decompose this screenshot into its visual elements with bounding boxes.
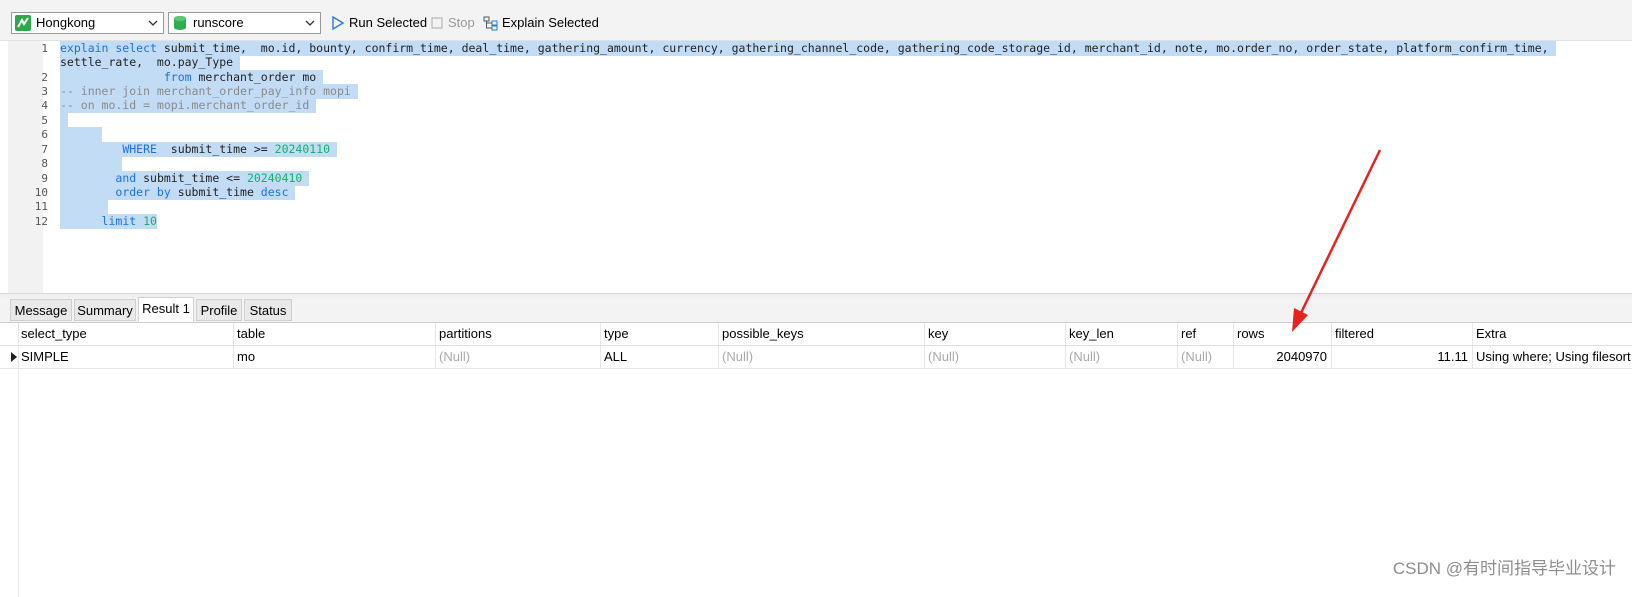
sql-editor[interactable]: 1 2 3 4 5 6 7 8 9 10 11 12 explain selec… — [0, 41, 1632, 293]
database-icon — [174, 16, 186, 30]
line-number: 1 — [41, 42, 48, 55]
top-strip — [0, 0, 1632, 8]
code-line-11 — [60, 199, 108, 214]
cell-rows[interactable]: 2040970 — [1234, 346, 1332, 368]
tab-status[interactable]: Status — [244, 299, 292, 321]
line-number: 4 — [41, 99, 48, 112]
cell-type[interactable]: ALL — [601, 346, 719, 368]
code-text: settle_rate, mo.pay_Type — [60, 55, 241, 69]
chevron-down-icon — [305, 20, 315, 26]
code-line-2: from merchant_order mo — [60, 70, 324, 85]
line-number: 8 — [41, 157, 48, 170]
column-header[interactable]: key_len — [1066, 323, 1178, 345]
database-select[interactable]: runscore — [168, 12, 321, 34]
cell-extra[interactable]: Using where; Using filesort — [1473, 346, 1632, 368]
line-number: 2 — [41, 71, 48, 84]
code-line-8 — [60, 156, 122, 171]
column-header[interactable]: type — [601, 323, 719, 345]
cell-ref[interactable]: (Null) — [1178, 346, 1234, 368]
cell-table[interactable]: mo — [234, 346, 436, 368]
line-number: 10 — [34, 186, 48, 199]
query-toolbar: Hongkong runscore Run Selected Stop Expl… — [0, 8, 1632, 41]
cell-filtered[interactable]: 11.11 — [1332, 346, 1473, 368]
tab-result-1[interactable]: Result 1 — [138, 297, 194, 322]
run-selected-label: Run Selected — [349, 15, 428, 30]
line-number: 9 — [41, 172, 48, 185]
number-literal: 10 — [143, 214, 157, 228]
cell-key[interactable]: (Null) — [925, 346, 1066, 368]
cell-partitions[interactable]: (Null) — [436, 346, 601, 368]
line-number: 5 — [41, 114, 48, 127]
column-header[interactable]: filtered — [1332, 323, 1473, 345]
code-text: merchant_order mo — [191, 70, 324, 84]
result-tabs: Message Summary Result 1 Profile Status — [0, 297, 1632, 323]
connection-select[interactable]: Hongkong — [11, 12, 164, 34]
stop-icon — [431, 17, 443, 29]
line-number: 6 — [41, 128, 48, 141]
explain-tree-icon — [483, 16, 498, 31]
column-header[interactable]: table — [234, 323, 436, 345]
tab-message[interactable]: Message — [10, 299, 72, 321]
code-line-1-wrap: settle_rate, mo.pay_Type — [60, 55, 241, 70]
column-header[interactable]: Extra — [1473, 323, 1632, 345]
code-line-3: -- inner join merchant_order_pay_info mo… — [60, 84, 358, 99]
mysql-connection-icon — [15, 15, 31, 31]
line-number: 3 — [41, 85, 48, 98]
code-line-10: order by submit_time desc — [60, 185, 296, 200]
line-number: 11 — [34, 200, 48, 213]
number-literal: 20240410 — [246, 171, 303, 185]
grid-header-row: select_type table partitions type possib… — [0, 323, 1632, 346]
keyword: WHERE — [122, 142, 157, 156]
keyword: desc — [260, 185, 289, 199]
watermark: CSDN @有时间指导毕业设计 — [1392, 559, 1616, 578]
tab-profile[interactable]: Profile — [196, 299, 242, 321]
line-number: 7 — [41, 143, 48, 156]
keyword: explain select — [60, 41, 157, 55]
column-header[interactable]: partitions — [436, 323, 601, 345]
code-text: submit_time, mo.id, bounty, confirm_time… — [156, 41, 1556, 55]
result-grid[interactable]: select_type table partitions type possib… — [0, 323, 1632, 597]
column-header[interactable]: ref — [1178, 323, 1234, 345]
code-line-1: explain select submit_time, mo.id, bount… — [60, 41, 1556, 56]
table-row[interactable]: SIMPLE mo (Null) ALL (Null) (Null) (Null… — [0, 346, 1632, 369]
column-header[interactable]: select_type — [18, 323, 234, 345]
code-line-7: WHERE submit_time >= 20240110 — [60, 142, 337, 157]
cell-select-type[interactable]: SIMPLE — [18, 346, 234, 368]
connection-label: Hongkong — [36, 15, 96, 30]
keyword: from — [163, 70, 192, 84]
code-text: submit_time >= — [156, 142, 275, 156]
stop-label: Stop — [448, 15, 475, 30]
keyword: limit — [101, 214, 137, 228]
cell-possible-keys[interactable]: (Null) — [719, 346, 925, 368]
cell-key-len[interactable]: (Null) — [1066, 346, 1178, 368]
code-line-6 — [60, 127, 102, 142]
current-row-marker-icon — [11, 352, 17, 362]
code-line-4: -- on mo.id = mopi.merchant_order_id — [60, 98, 317, 113]
code-text: submit_time <= — [136, 171, 247, 185]
line-number-gutter: 1 2 3 4 5 6 7 8 9 10 11 12 — [8, 41, 48, 293]
code-line-5 — [60, 113, 68, 128]
number-literal: 20240110 — [274, 142, 331, 156]
keyword: and — [115, 171, 137, 185]
code-line-12: limit 10 — [60, 214, 157, 229]
column-header[interactable]: rows — [1234, 323, 1332, 345]
code-line-9: and submit_time <= 20240410 — [60, 171, 310, 186]
database-label: runscore — [193, 15, 244, 30]
chevron-down-icon — [148, 20, 158, 26]
keyword: order by — [115, 185, 171, 199]
play-icon — [332, 15, 345, 31]
column-header[interactable]: possible_keys — [719, 323, 925, 345]
code-text: submit_time — [170, 185, 261, 199]
column-header[interactable]: key — [925, 323, 1066, 345]
tab-summary[interactable]: Summary — [74, 299, 136, 321]
line-number: 12 — [34, 215, 48, 228]
explain-selected-label: Explain Selected — [502, 15, 599, 30]
